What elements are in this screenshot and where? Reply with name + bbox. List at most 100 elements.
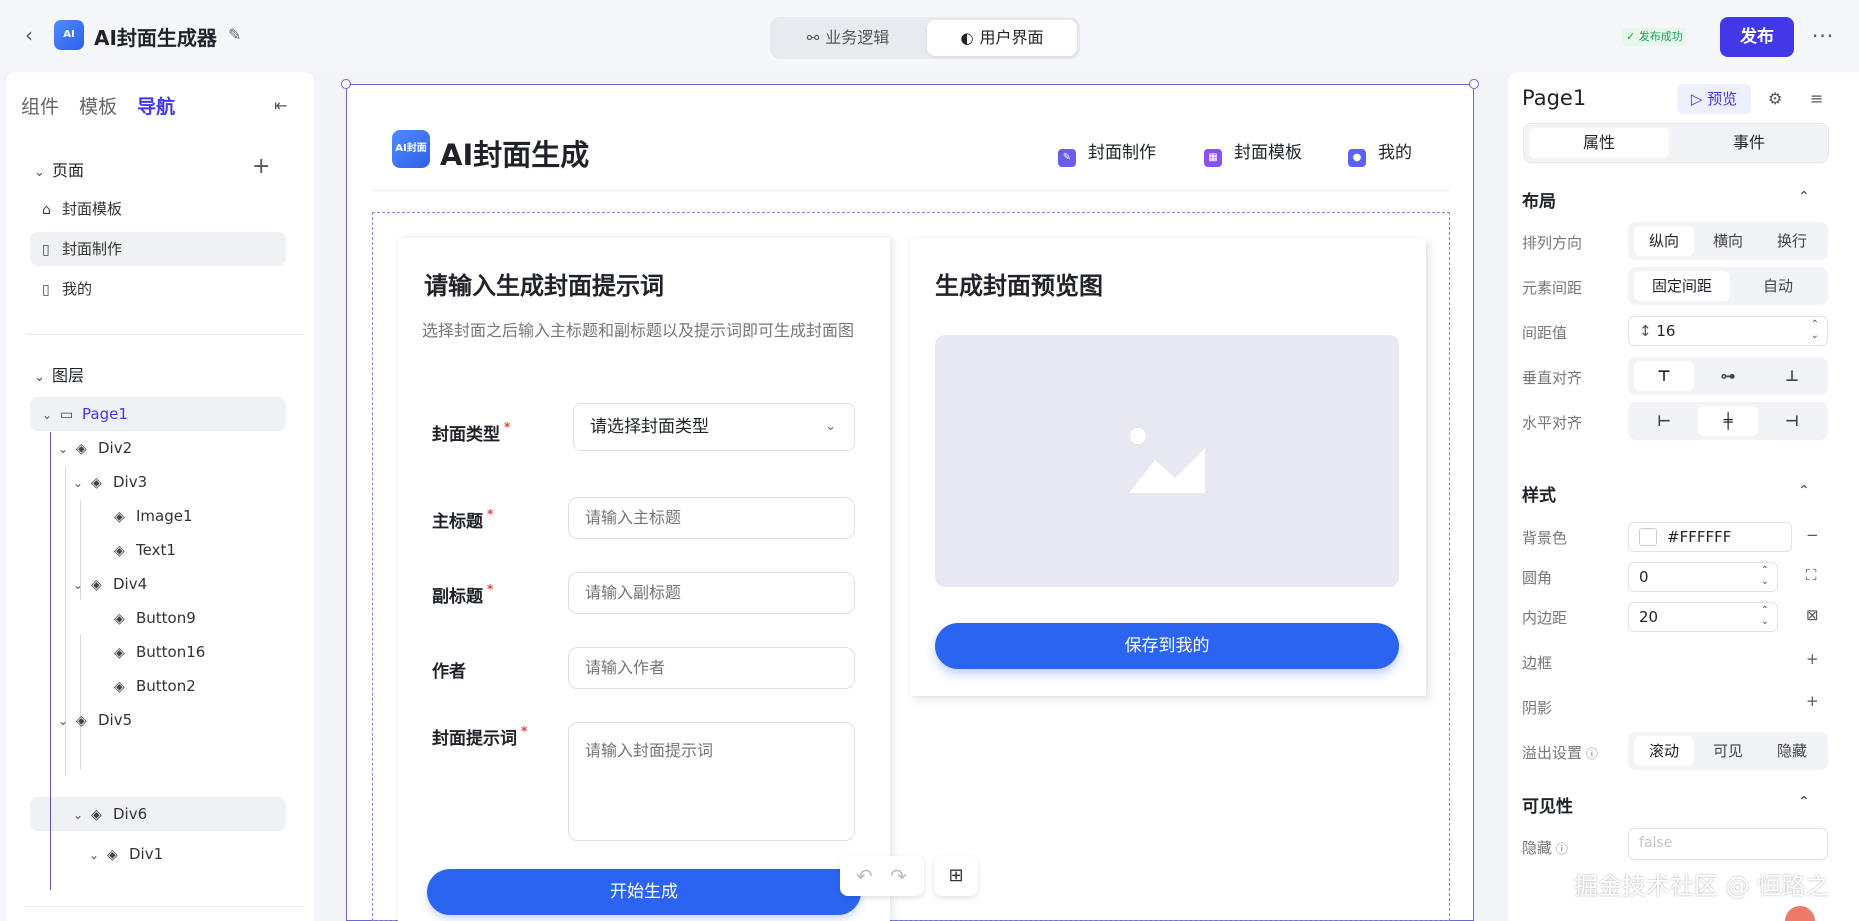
prompt-textarea[interactable] — [568, 722, 855, 841]
corner-radius-icon[interactable]: ⛶ — [1806, 566, 1817, 584]
stepper-icon[interactable]: ⌃ ⌄ — [1761, 565, 1769, 587]
chevron-down-icon: ⌄ — [73, 578, 84, 592]
layer-div6[interactable]: ⌄ ◈ Div6 — [73, 797, 147, 831]
settings-icon[interactable]: ⚙ — [1768, 89, 1782, 108]
tab-business-logic[interactable]: ⚯ 业务逻辑 — [773, 20, 923, 56]
direction-wrap[interactable]: 换行 — [1762, 226, 1822, 256]
layers-icon: ◈ — [114, 543, 125, 559]
site-logo: AI封面 — [392, 130, 430, 168]
left-panel-tabs: 组件 模板 导航 — [21, 92, 189, 119]
main-title-label: 主标题 * — [432, 507, 494, 532]
hidden-input[interactable]: false — [1628, 828, 1828, 860]
radius-input[interactable]: 0 ⌃ ⌄ — [1628, 562, 1778, 592]
top-bar: ‹ AI AI封面生成器 ✎ ⚯ 业务逻辑 ◐ 用户界面 ✓ 发布成功 发布 ··· — [0, 0, 1859, 72]
collapse-panel-icon[interactable]: ⇤ — [274, 96, 287, 115]
back-button[interactable]: ‹ — [18, 24, 40, 46]
align-left-icon[interactable]: ⊢ — [1634, 406, 1694, 436]
layer-div1[interactable]: ⌄ ◈ Div1 — [89, 837, 163, 871]
tab-components[interactable]: 组件 — [21, 92, 59, 119]
layer-div5[interactable]: ⌄ ◈ Div5 — [58, 703, 132, 737]
page-item-cover-making[interactable]: ▯ 封面制作 — [30, 232, 286, 266]
stepper-icon[interactable]: ⌃ ⌄ — [1761, 605, 1769, 627]
layer-text1[interactable]: ◈ Text1 — [114, 533, 176, 567]
header-divider — [372, 190, 1450, 191]
resize-handle[interactable] — [1469, 79, 1479, 89]
padding-box-icon[interactable]: ⊠ — [1806, 606, 1819, 624]
direction-horizontal[interactable]: 横向 — [1698, 226, 1758, 256]
spacing-fixed[interactable]: 固定间距 — [1634, 271, 1730, 301]
direction-vertical[interactable]: 纵向 — [1634, 226, 1694, 256]
tab-user-interface[interactable]: ◐ 用户界面 — [927, 20, 1077, 56]
preview-button[interactable]: ▷ 预览 — [1677, 84, 1751, 114]
layer-button9[interactable]: ◈ Button9 — [114, 601, 196, 635]
add-shadow-icon[interactable]: + — [1806, 692, 1819, 710]
bg-color-input[interactable]: #FFFFFF — [1628, 522, 1792, 552]
nav-mine[interactable]: ● 我的 — [1348, 138, 1412, 167]
spacing-label: 元素间距 — [1522, 279, 1583, 297]
add-page-icon[interactable]: + — [252, 154, 270, 179]
save-to-mine-button[interactable]: 保存到我的 — [935, 623, 1399, 669]
preview-image-placeholder — [935, 335, 1399, 587]
padding-input[interactable]: 20 ⌃ ⌄ — [1628, 602, 1778, 632]
overflow-label: 溢出设置 ⓘ — [1522, 744, 1598, 762]
pages-section-header[interactable]: ⌄ 页面 — [34, 157, 84, 181]
chevron-down-icon: ⌄ — [73, 808, 84, 822]
tab-properties[interactable]: 属性 — [1529, 128, 1669, 158]
add-border-icon[interactable]: + — [1806, 650, 1819, 668]
gap-label: 间距值 — [1522, 324, 1568, 342]
color-swatch[interactable] — [1639, 528, 1657, 546]
gap-input[interactable]: ↕ 16 ⌃ ⌄ — [1628, 316, 1828, 346]
resize-handle[interactable] — [341, 79, 351, 89]
chevron-down-icon: ⌄ — [34, 370, 45, 385]
mode-switch: ⚯ 业务逻辑 ◐ 用户界面 — [770, 17, 1080, 59]
spacing-auto[interactable]: 自动 — [1734, 271, 1822, 301]
publish-button[interactable]: 发布 — [1720, 17, 1794, 57]
layers-section-header[interactable]: ⌄ 图层 — [34, 362, 84, 386]
main-title-input[interactable] — [568, 497, 855, 539]
chevron-up-icon[interactable]: ⌃ — [1798, 189, 1810, 205]
file-icon: ▯ — [42, 242, 50, 258]
redo-icon[interactable]: ↷ — [890, 864, 907, 888]
menu-icon[interactable]: ≡ — [1810, 89, 1823, 108]
overflow-visible[interactable]: 可见 — [1698, 736, 1758, 766]
edit-icon[interactable]: ✎ — [228, 26, 246, 44]
start-generate-button[interactable]: 开始生成 — [427, 869, 861, 915]
align-right-icon[interactable]: ⊣ — [1762, 406, 1822, 436]
chevron-up-icon[interactable]: ⌃ — [1798, 794, 1810, 810]
undo-icon[interactable]: ↶ — [856, 864, 873, 888]
chevron-up-icon[interactable]: ⌃ — [1798, 483, 1810, 499]
minus-icon[interactable]: − — [1806, 526, 1819, 544]
nav-cover-making[interactable]: ✎ 封面制作 — [1058, 138, 1156, 167]
tab-templates[interactable]: 模板 — [79, 92, 117, 119]
overflow-scroll[interactable]: 滚动 — [1634, 736, 1694, 766]
layer-image1[interactable]: ◈ Image1 — [114, 499, 193, 533]
nav-cover-templates[interactable]: ▦ 封面模板 — [1204, 138, 1302, 167]
overflow-segmented: 滚动 可见 隐藏 — [1628, 732, 1828, 770]
divider — [26, 334, 304, 335]
author-input[interactable] — [568, 647, 855, 689]
tab-navigation[interactable]: 导航 — [137, 92, 175, 119]
layer-button16[interactable]: ◈ Button16 — [114, 635, 205, 669]
align-middle-icon[interactable]: ⊶ — [1698, 361, 1758, 391]
page-item-mine[interactable]: ▯ 我的 — [30, 272, 286, 306]
tab-events[interactable]: 事件 — [1679, 128, 1819, 158]
chevron-down-icon: ⌄ — [89, 848, 100, 862]
overflow-hidden[interactable]: 隐藏 — [1762, 736, 1822, 766]
layer-div3[interactable]: ⌄ ◈ Div3 — [73, 465, 147, 499]
direction-segmented: 纵向 横向 换行 — [1628, 222, 1828, 260]
layer-button2[interactable]: ◈ Button2 — [114, 669, 196, 703]
layer-div4[interactable]: ⌄ ◈ Div4 — [73, 567, 147, 601]
padding-label: 内边距 — [1522, 609, 1568, 627]
align-top-icon[interactable]: ⊤ — [1634, 361, 1694, 391]
align-center-icon[interactable]: ╪ — [1698, 406, 1758, 436]
layer-page1[interactable]: ⌄ ▭ Page1 — [42, 397, 128, 431]
subtitle-input[interactable] — [568, 572, 855, 614]
layer-div2[interactable]: ⌄ ◈ Div2 — [58, 431, 132, 465]
align-bottom-icon[interactable]: ⊥ — [1762, 361, 1822, 391]
more-icon[interactable]: ··· — [1812, 24, 1834, 48]
cover-type-select[interactable]: 请选择封面类型 ⌄ — [573, 403, 855, 451]
stepper-icon[interactable]: ⌃ ⌄ — [1811, 319, 1819, 341]
new-file-icon[interactable]: ⊞ — [934, 856, 978, 896]
halign-segmented: ⊢ ╪ ⊣ — [1628, 402, 1828, 440]
page-item-cover-templates[interactable]: ⌂ 封面模板 — [30, 192, 286, 226]
